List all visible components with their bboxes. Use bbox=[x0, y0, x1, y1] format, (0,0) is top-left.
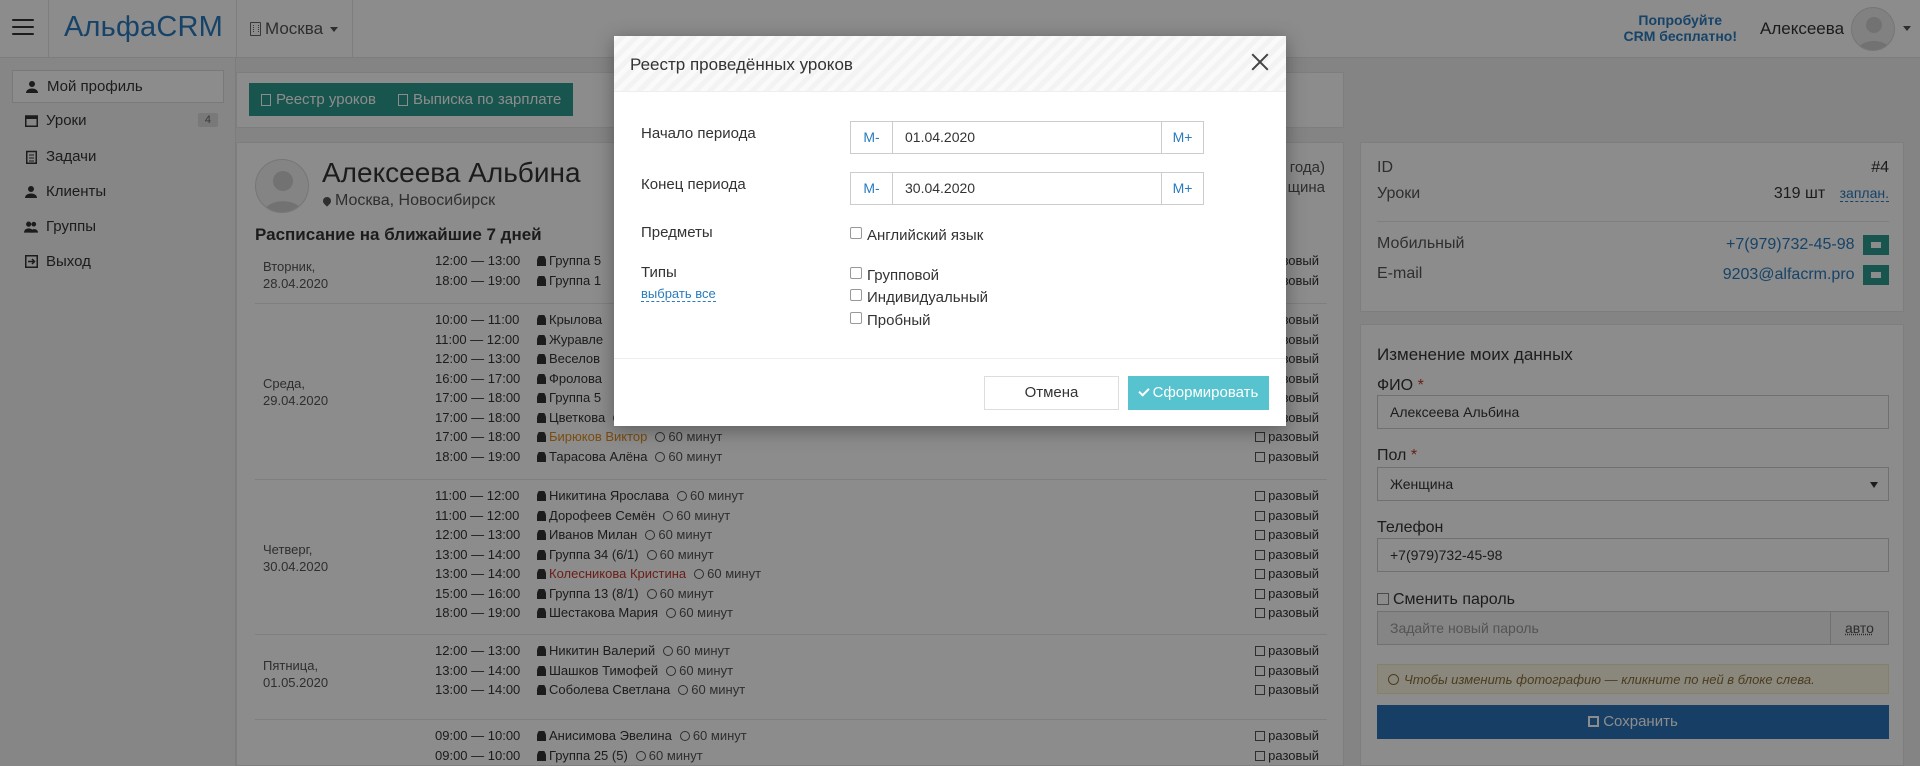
type-checkbox-trial[interactable]: Пробный bbox=[850, 312, 931, 329]
subject-checkbox-english[interactable]: Английский язык bbox=[850, 227, 983, 244]
period-end-label: Конец периода bbox=[641, 176, 746, 193]
checkbox-box[interactable] bbox=[850, 227, 862, 239]
modal-title: Реестр проведённых уроков bbox=[630, 55, 853, 74]
modal-header: Реестр проведённых уроков bbox=[614, 36, 1286, 92]
cancel-button[interactable]: Отмена bbox=[984, 376, 1119, 410]
type-checkbox-group[interactable]: Групповой bbox=[850, 267, 939, 284]
period-start-label: Начало периода bbox=[641, 125, 756, 142]
checkbox-box[interactable] bbox=[850, 289, 862, 301]
types-label: Типы bbox=[641, 264, 677, 281]
subjects-label: Предметы bbox=[641, 224, 713, 241]
start-month-minus-button[interactable]: M- bbox=[851, 122, 893, 153]
modal-footer-divider bbox=[614, 358, 1286, 359]
period-start-input-group: M- 01.04.2020 M+ bbox=[850, 121, 1204, 154]
checkbox-label: Индивидуальный bbox=[867, 289, 988, 306]
close-icon[interactable] bbox=[1248, 50, 1272, 74]
checkbox-label: Пробный bbox=[867, 312, 931, 329]
type-checkbox-individual[interactable]: Индивидуальный bbox=[850, 289, 988, 306]
checkbox-label: Английский язык bbox=[867, 227, 984, 244]
end-month-plus-button[interactable]: M+ bbox=[1161, 173, 1203, 204]
generate-button[interactable]: Сформировать bbox=[1128, 376, 1269, 410]
checkbox-box[interactable] bbox=[850, 312, 862, 324]
period-start-input[interactable]: 01.04.2020 bbox=[893, 122, 1161, 153]
lessons-registry-modal: Реестр проведённых уроков Начало периода… bbox=[614, 36, 1286, 426]
button-label: Сформировать bbox=[1152, 384, 1259, 401]
period-end-input[interactable]: 30.04.2020 bbox=[893, 173, 1161, 204]
check-icon bbox=[1137, 385, 1150, 397]
period-end-input-group: M- 30.04.2020 M+ bbox=[850, 172, 1204, 205]
checkbox-label: Групповой bbox=[867, 267, 940, 284]
select-all-link[interactable]: выбрать все bbox=[641, 286, 716, 302]
end-month-minus-button[interactable]: M- bbox=[851, 173, 893, 204]
checkbox-box[interactable] bbox=[850, 267, 862, 279]
start-month-plus-button[interactable]: M+ bbox=[1161, 122, 1203, 153]
